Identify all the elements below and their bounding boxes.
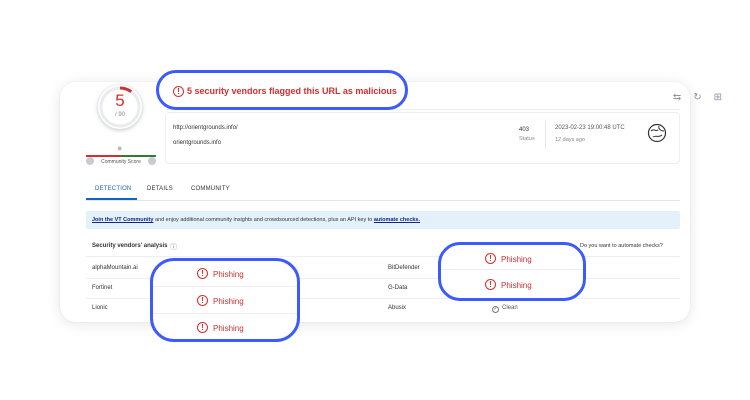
status-label: Status — [519, 136, 535, 142]
malicious-alert-text: 5 security vendors flagged this URL as m… — [187, 86, 397, 96]
alert-icon: ! — [197, 295, 208, 306]
community-bar — [86, 155, 156, 157]
clean-result: ✓ Clean — [492, 305, 518, 313]
globe-icon — [647, 123, 667, 143]
clean-label: Clean — [502, 305, 518, 311]
tab-community[interactable]: COMMUNITY — [191, 186, 230, 192]
banner-text: Join the VT Community and enjoy addition… — [92, 217, 420, 223]
upvote-icon[interactable] — [148, 157, 156, 165]
downvote-icon[interactable] — [86, 157, 94, 165]
location-pin-icon: ● — [117, 143, 123, 153]
graph-icon[interactable]: ⊞ — [714, 92, 722, 103]
analysis-date: 2023-02-23 19:00:48 UTC — [555, 125, 625, 131]
detection-result: Phishing — [501, 255, 532, 264]
vendor-name: Abusix — [388, 305, 407, 311]
join-community-link[interactable]: Join the VT Community — [92, 217, 153, 223]
section-title: Security vendors' analysis — [92, 243, 168, 249]
banner-middle-text: and enjoy additional community insights … — [153, 217, 374, 223]
url-full: http://orientgrounds.info/ — [173, 125, 238, 131]
check-icon: ✓ — [492, 306, 499, 313]
row-divider — [86, 256, 680, 257]
header-actions: ⇆ ↻ ⊞ — [673, 92, 722, 103]
compare-icon[interactable]: ⇆ — [673, 92, 681, 103]
score-total: / 90 — [114, 112, 125, 118]
detection-result: Phishing — [501, 281, 532, 290]
tab-divider — [86, 200, 680, 201]
url-domain[interactable]: orientgrounds.info — [173, 140, 221, 146]
alert-icon: ! — [197, 268, 208, 279]
detection-result: Phishing — [213, 270, 244, 279]
vendor-name: G-Data — [388, 285, 408, 291]
vendor-name: Fortinet — [92, 285, 113, 291]
row-divider — [441, 269, 583, 270]
stage: 5 / 90 ● Community Score ⇆ ↻ ⊞ http://or… — [0, 0, 750, 400]
analysis-age: 12 days ago — [555, 137, 585, 143]
detection-result: Phishing — [213, 297, 244, 306]
automate-checks-prompt[interactable]: Do you want to automate checks? — [580, 243, 663, 249]
alert-icon: ! — [173, 86, 184, 97]
malicious-alert-highlight: ! 5 security vendors flagged this URL as… — [156, 70, 408, 110]
vendor-name: alphaMountain.ai — [92, 265, 138, 271]
alert-icon: ! — [485, 279, 496, 290]
vendor-name: Lionic — [92, 305, 108, 311]
alert-icon: ! — [485, 253, 496, 264]
phishing-highlight-left: ! Phishing ! Phishing ! Phishing — [150, 258, 300, 342]
info-icon[interactable]: ⓘ — [170, 242, 177, 252]
row-divider — [153, 313, 297, 314]
detection-score: 5 / 90 — [98, 85, 142, 129]
automate-checks-link[interactable]: automate checks. — [374, 217, 420, 223]
status-code: 403 — [519, 127, 530, 133]
community-score-label: Community Score — [101, 159, 141, 165]
score-value: 5 — [115, 91, 125, 110]
divider — [545, 121, 546, 149]
reanalyze-icon[interactable]: ↻ — [693, 92, 701, 103]
tab-details[interactable]: DETAILS — [147, 186, 173, 192]
alert-icon: ! — [197, 322, 208, 333]
url-info-box — [165, 112, 680, 164]
tab-detection[interactable]: DETECTION — [95, 186, 131, 192]
detection-result: Phishing — [213, 324, 244, 333]
row-divider — [153, 286, 297, 287]
phishing-highlight-right: ! Phishing ! Phishing — [438, 242, 586, 301]
community-score: ● Community Score — [86, 143, 156, 169]
vendor-name: BitDefender — [388, 265, 420, 271]
